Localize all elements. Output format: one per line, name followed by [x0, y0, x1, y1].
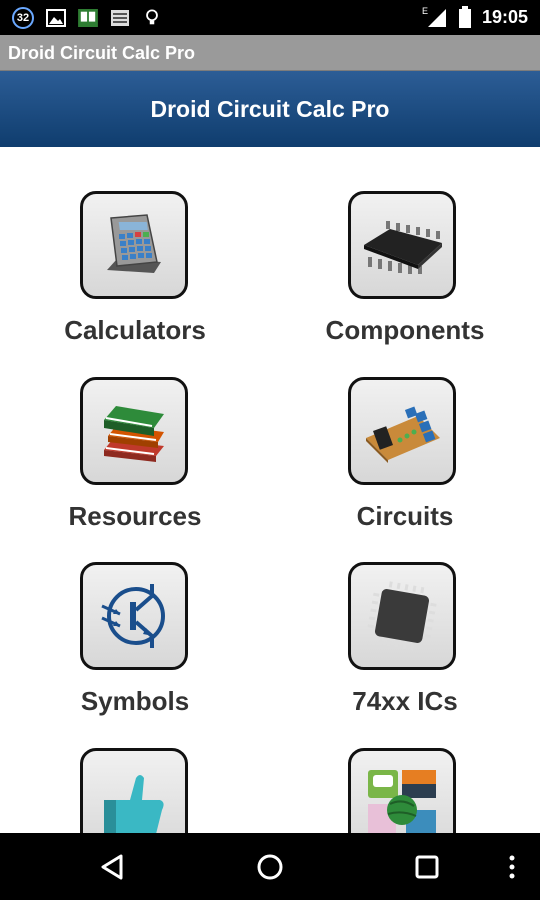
- rate-button[interactable]: [80, 748, 188, 833]
- apps-icon: [368, 770, 436, 833]
- battery-icon: [458, 6, 471, 28]
- image-icon: [46, 9, 66, 27]
- calculators-button[interactable]: [80, 191, 188, 299]
- circuits-label: Circuits: [356, 501, 454, 531]
- notification-count-badge: 32: [12, 7, 34, 29]
- svg-text:E: E: [422, 6, 428, 16]
- circuit-board-icon: [366, 406, 440, 463]
- thumbs-up-icon: [104, 775, 164, 833]
- books-icon: [104, 406, 164, 462]
- symbols-label: Symbols: [80, 686, 190, 716]
- transistor-symbol-icon: [101, 584, 165, 648]
- components-button[interactable]: [348, 191, 456, 299]
- menu-grid: Calculators Components Resources Circuit…: [0, 147, 540, 833]
- lightbulb-icon: [146, 9, 158, 25]
- navigation-bar: [0, 833, 540, 900]
- status-time: 19:05: [481, 6, 528, 27]
- home-icon: [257, 854, 283, 880]
- more-apps-button[interactable]: [348, 748, 456, 833]
- page-title: Droid Circuit Calc Pro: [0, 71, 540, 147]
- recents-button[interactable]: [411, 851, 443, 883]
- symbols-button[interactable]: [80, 562, 188, 670]
- app-title-bar: Droid Circuit Calc Pro: [0, 35, 540, 71]
- newspaper-icon: [111, 10, 129, 26]
- overflow-menu-button[interactable]: [496, 851, 528, 883]
- more-vert-icon: [509, 855, 515, 879]
- back-button[interactable]: [96, 851, 128, 883]
- recents-icon: [415, 855, 439, 879]
- resources-button[interactable]: [80, 377, 188, 485]
- book-app-icon: [78, 9, 98, 27]
- resources-label: Resources: [68, 501, 202, 531]
- components-label: Components: [325, 315, 485, 345]
- 74xx-ics-label: 74xx ICs: [352, 686, 458, 716]
- ic-package-icon: [367, 581, 437, 651]
- home-button[interactable]: [254, 851, 286, 883]
- 74xx-ics-button[interactable]: [348, 562, 456, 670]
- chip-icon: [364, 221, 442, 274]
- back-icon: [101, 854, 123, 880]
- status-bar: 32 E 19:05: [0, 0, 540, 35]
- calculators-label: Calculators: [64, 315, 206, 345]
- circuits-button[interactable]: [348, 377, 456, 485]
- calculator-icon: [107, 214, 161, 273]
- signal-icon: E: [422, 6, 446, 27]
